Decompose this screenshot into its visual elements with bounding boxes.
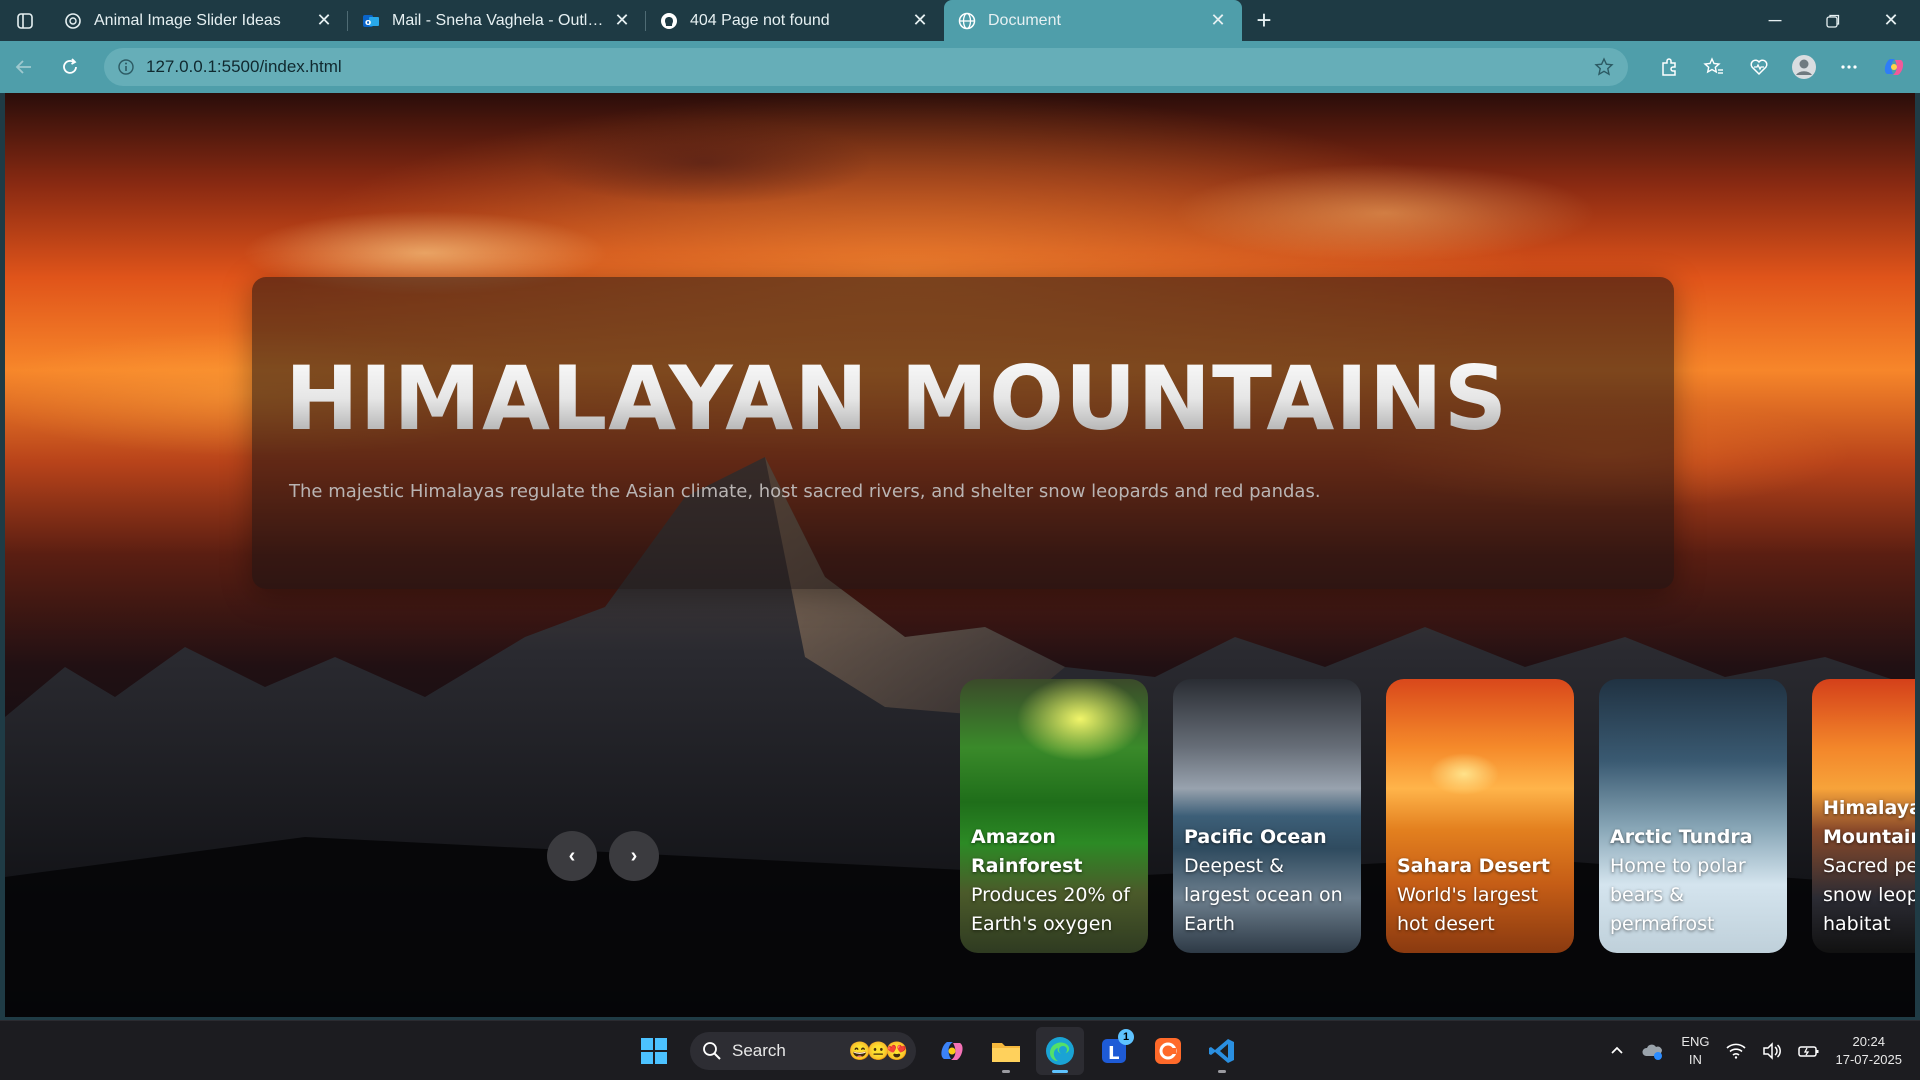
card-title: Sahara Desert bbox=[1397, 855, 1550, 877]
minimize-icon[interactable]: ─ bbox=[1746, 0, 1804, 41]
more-options-icon[interactable] bbox=[1826, 47, 1871, 87]
globe-icon bbox=[958, 12, 976, 30]
card-title: Amazon Rainforest bbox=[971, 826, 1083, 877]
slide-card-arctic-tundra[interactable]: Arctic Tundra Home to polar bears & perm… bbox=[1599, 679, 1787, 953]
svg-text:L: L bbox=[1108, 1043, 1119, 1064]
card-title: Himalaya Mountains bbox=[1823, 797, 1915, 848]
wifi-icon[interactable] bbox=[1718, 1021, 1754, 1080]
hero-description: The majestic Himalayas regulate the Asia… bbox=[289, 481, 1321, 502]
github-icon bbox=[660, 12, 678, 30]
browser-toolbar: 127.0.0.1:5500/index.html bbox=[0, 41, 1920, 93]
svg-text:o: o bbox=[365, 18, 371, 28]
clock-time: 20:24 bbox=[1852, 1034, 1886, 1049]
tab-title: Mail - Sneha Vaghela - Outlook bbox=[392, 11, 612, 29]
slider-thumbnails: Amazon Rainforest Produces 20% of Earth'… bbox=[960, 679, 1915, 953]
card-caption: Amazon Rainforest Produces 20% of Earth'… bbox=[971, 823, 1142, 939]
search-label: Search bbox=[732, 1041, 786, 1060]
windows-logo-icon bbox=[641, 1038, 667, 1064]
browser-essentials-icon[interactable] bbox=[1736, 47, 1781, 87]
card-description: Home to polar bears & permafrost bbox=[1610, 855, 1746, 935]
extensions-icon[interactable] bbox=[1646, 47, 1691, 87]
card-description: Sacred pe snow leop habitat bbox=[1823, 855, 1915, 935]
tab-animal-image-slider-ideas[interactable]: Animal Image Slider Ideas ✕ bbox=[50, 0, 348, 41]
favorite-star-icon[interactable] bbox=[1592, 55, 1616, 79]
vscode-icon[interactable] bbox=[1198, 1027, 1246, 1075]
close-tab-icon[interactable]: ✕ bbox=[910, 10, 930, 31]
system-tray: ENG IN 20:24 17-07-2025 bbox=[1601, 1021, 1920, 1080]
notification-badge: 1 bbox=[1118, 1029, 1134, 1045]
slide-card-himalaya-mountains[interactable]: Himalaya Mountains Sacred pe snow leop h… bbox=[1812, 679, 1915, 953]
slide-card-sahara-desert[interactable]: Sahara Desert World's largest hot desert bbox=[1386, 679, 1574, 953]
url-text[interactable]: 127.0.0.1:5500/index.html bbox=[146, 57, 1592, 77]
clock-date: 17-07-2025 bbox=[1835, 1052, 1903, 1067]
refresh-button[interactable] bbox=[48, 47, 92, 87]
back-button[interactable] bbox=[2, 47, 46, 87]
card-caption: Pacific Ocean Deepest & largest ocean on… bbox=[1184, 823, 1355, 939]
chevron-right-icon: › bbox=[630, 844, 638, 867]
restore-icon[interactable] bbox=[1804, 0, 1862, 41]
new-tab-button[interactable]: + bbox=[1242, 0, 1286, 41]
edge-taskbar-icon[interactable] bbox=[1036, 1027, 1084, 1075]
slide-card-pacific-ocean[interactable]: Pacific Ocean Deepest & largest ocean on… bbox=[1173, 679, 1361, 953]
language-indicator[interactable]: ENG IN bbox=[1673, 1021, 1717, 1080]
card-description: Produces 20% of Earth's oxygen bbox=[971, 884, 1130, 935]
tab-title: Animal Image Slider Ideas bbox=[94, 11, 281, 29]
favorites-icon[interactable] bbox=[1691, 47, 1736, 87]
region-code: IN bbox=[1688, 1052, 1702, 1067]
card-description: World's largest hot desert bbox=[1397, 884, 1539, 935]
windows-taskbar: Search 😄😐😍 L 1 ENG IN 20:24 17-07-2025 bbox=[0, 1020, 1920, 1080]
slider-prev-button[interactable]: ‹ bbox=[547, 831, 597, 881]
card-caption: Arctic Tundra Home to polar bears & perm… bbox=[1610, 823, 1781, 939]
slide-card-amazon-rainforest[interactable]: Amazon Rainforest Produces 20% of Earth'… bbox=[960, 679, 1148, 953]
app-orange-icon[interactable] bbox=[1144, 1027, 1192, 1075]
tab-github-404[interactable]: 404 Page not found ✕ bbox=[646, 0, 944, 41]
tab-title: Document bbox=[988, 11, 1061, 29]
card-caption: Sahara Desert World's largest hot desert bbox=[1397, 852, 1568, 939]
taskbar-search[interactable]: Search 😄😐😍 bbox=[690, 1032, 916, 1070]
copilot-icon[interactable] bbox=[1871, 47, 1916, 87]
chevron-left-icon: ‹ bbox=[568, 844, 576, 867]
tab-actions-icon[interactable] bbox=[0, 0, 50, 41]
address-bar[interactable]: 127.0.0.1:5500/index.html bbox=[104, 48, 1628, 86]
hero-glass-panel: HIMALAYAN MOUNTAINS The majestic Himalay… bbox=[252, 277, 1674, 589]
card-title: Arctic Tundra bbox=[1610, 826, 1753, 848]
profile-avatar[interactable] bbox=[1781, 47, 1826, 87]
card-title: Pacific Ocean bbox=[1184, 826, 1327, 848]
outlook-icon: o bbox=[362, 12, 380, 30]
onedrive-icon[interactable] bbox=[1633, 1021, 1673, 1080]
close-tab-icon[interactable]: ✕ bbox=[612, 10, 632, 31]
battery-icon[interactable] bbox=[1790, 1021, 1828, 1080]
system-clock[interactable]: 20:24 17-07-2025 bbox=[1828, 1021, 1920, 1080]
site-info-icon[interactable] bbox=[116, 57, 136, 77]
close-window-icon[interactable]: ✕ bbox=[1862, 0, 1920, 41]
hero-title: HIMALAYAN MOUNTAINS bbox=[285, 347, 1509, 450]
tab-document[interactable]: Document ✕ bbox=[944, 0, 1242, 41]
card-caption: Himalaya Mountains Sacred pe snow leop h… bbox=[1823, 794, 1915, 939]
slider-next-button[interactable]: › bbox=[609, 831, 659, 881]
search-highlight-emoji: 😄😐😍 bbox=[848, 1040, 908, 1061]
page-viewport: HIMALAYAN MOUNTAINS The majestic Himalay… bbox=[5, 93, 1915, 1017]
start-button[interactable] bbox=[630, 1027, 678, 1075]
file-explorer-icon[interactable] bbox=[982, 1027, 1030, 1075]
lens-app-icon[interactable]: L 1 bbox=[1090, 1027, 1138, 1075]
card-description: Deepest & largest ocean on Earth bbox=[1184, 855, 1343, 935]
tab-outlook-mail[interactable]: o Mail - Sneha Vaghela - Outlook ✕ bbox=[348, 0, 646, 41]
close-tab-icon[interactable]: ✕ bbox=[1208, 10, 1228, 31]
close-tab-icon[interactable]: ✕ bbox=[314, 10, 334, 31]
copilot-taskbar-icon[interactable] bbox=[928, 1027, 976, 1075]
search-icon bbox=[703, 1042, 721, 1060]
language-code: ENG bbox=[1681, 1034, 1710, 1049]
openai-icon bbox=[64, 12, 82, 30]
chevron-up-icon[interactable] bbox=[1601, 1021, 1633, 1080]
browser-tab-strip: Animal Image Slider Ideas ✕ o Mail - Sne… bbox=[0, 0, 1920, 41]
window-controls: ─ ✕ bbox=[1746, 0, 1920, 41]
tab-title: 404 Page not found bbox=[690, 11, 830, 29]
volume-icon[interactable] bbox=[1754, 1021, 1790, 1080]
